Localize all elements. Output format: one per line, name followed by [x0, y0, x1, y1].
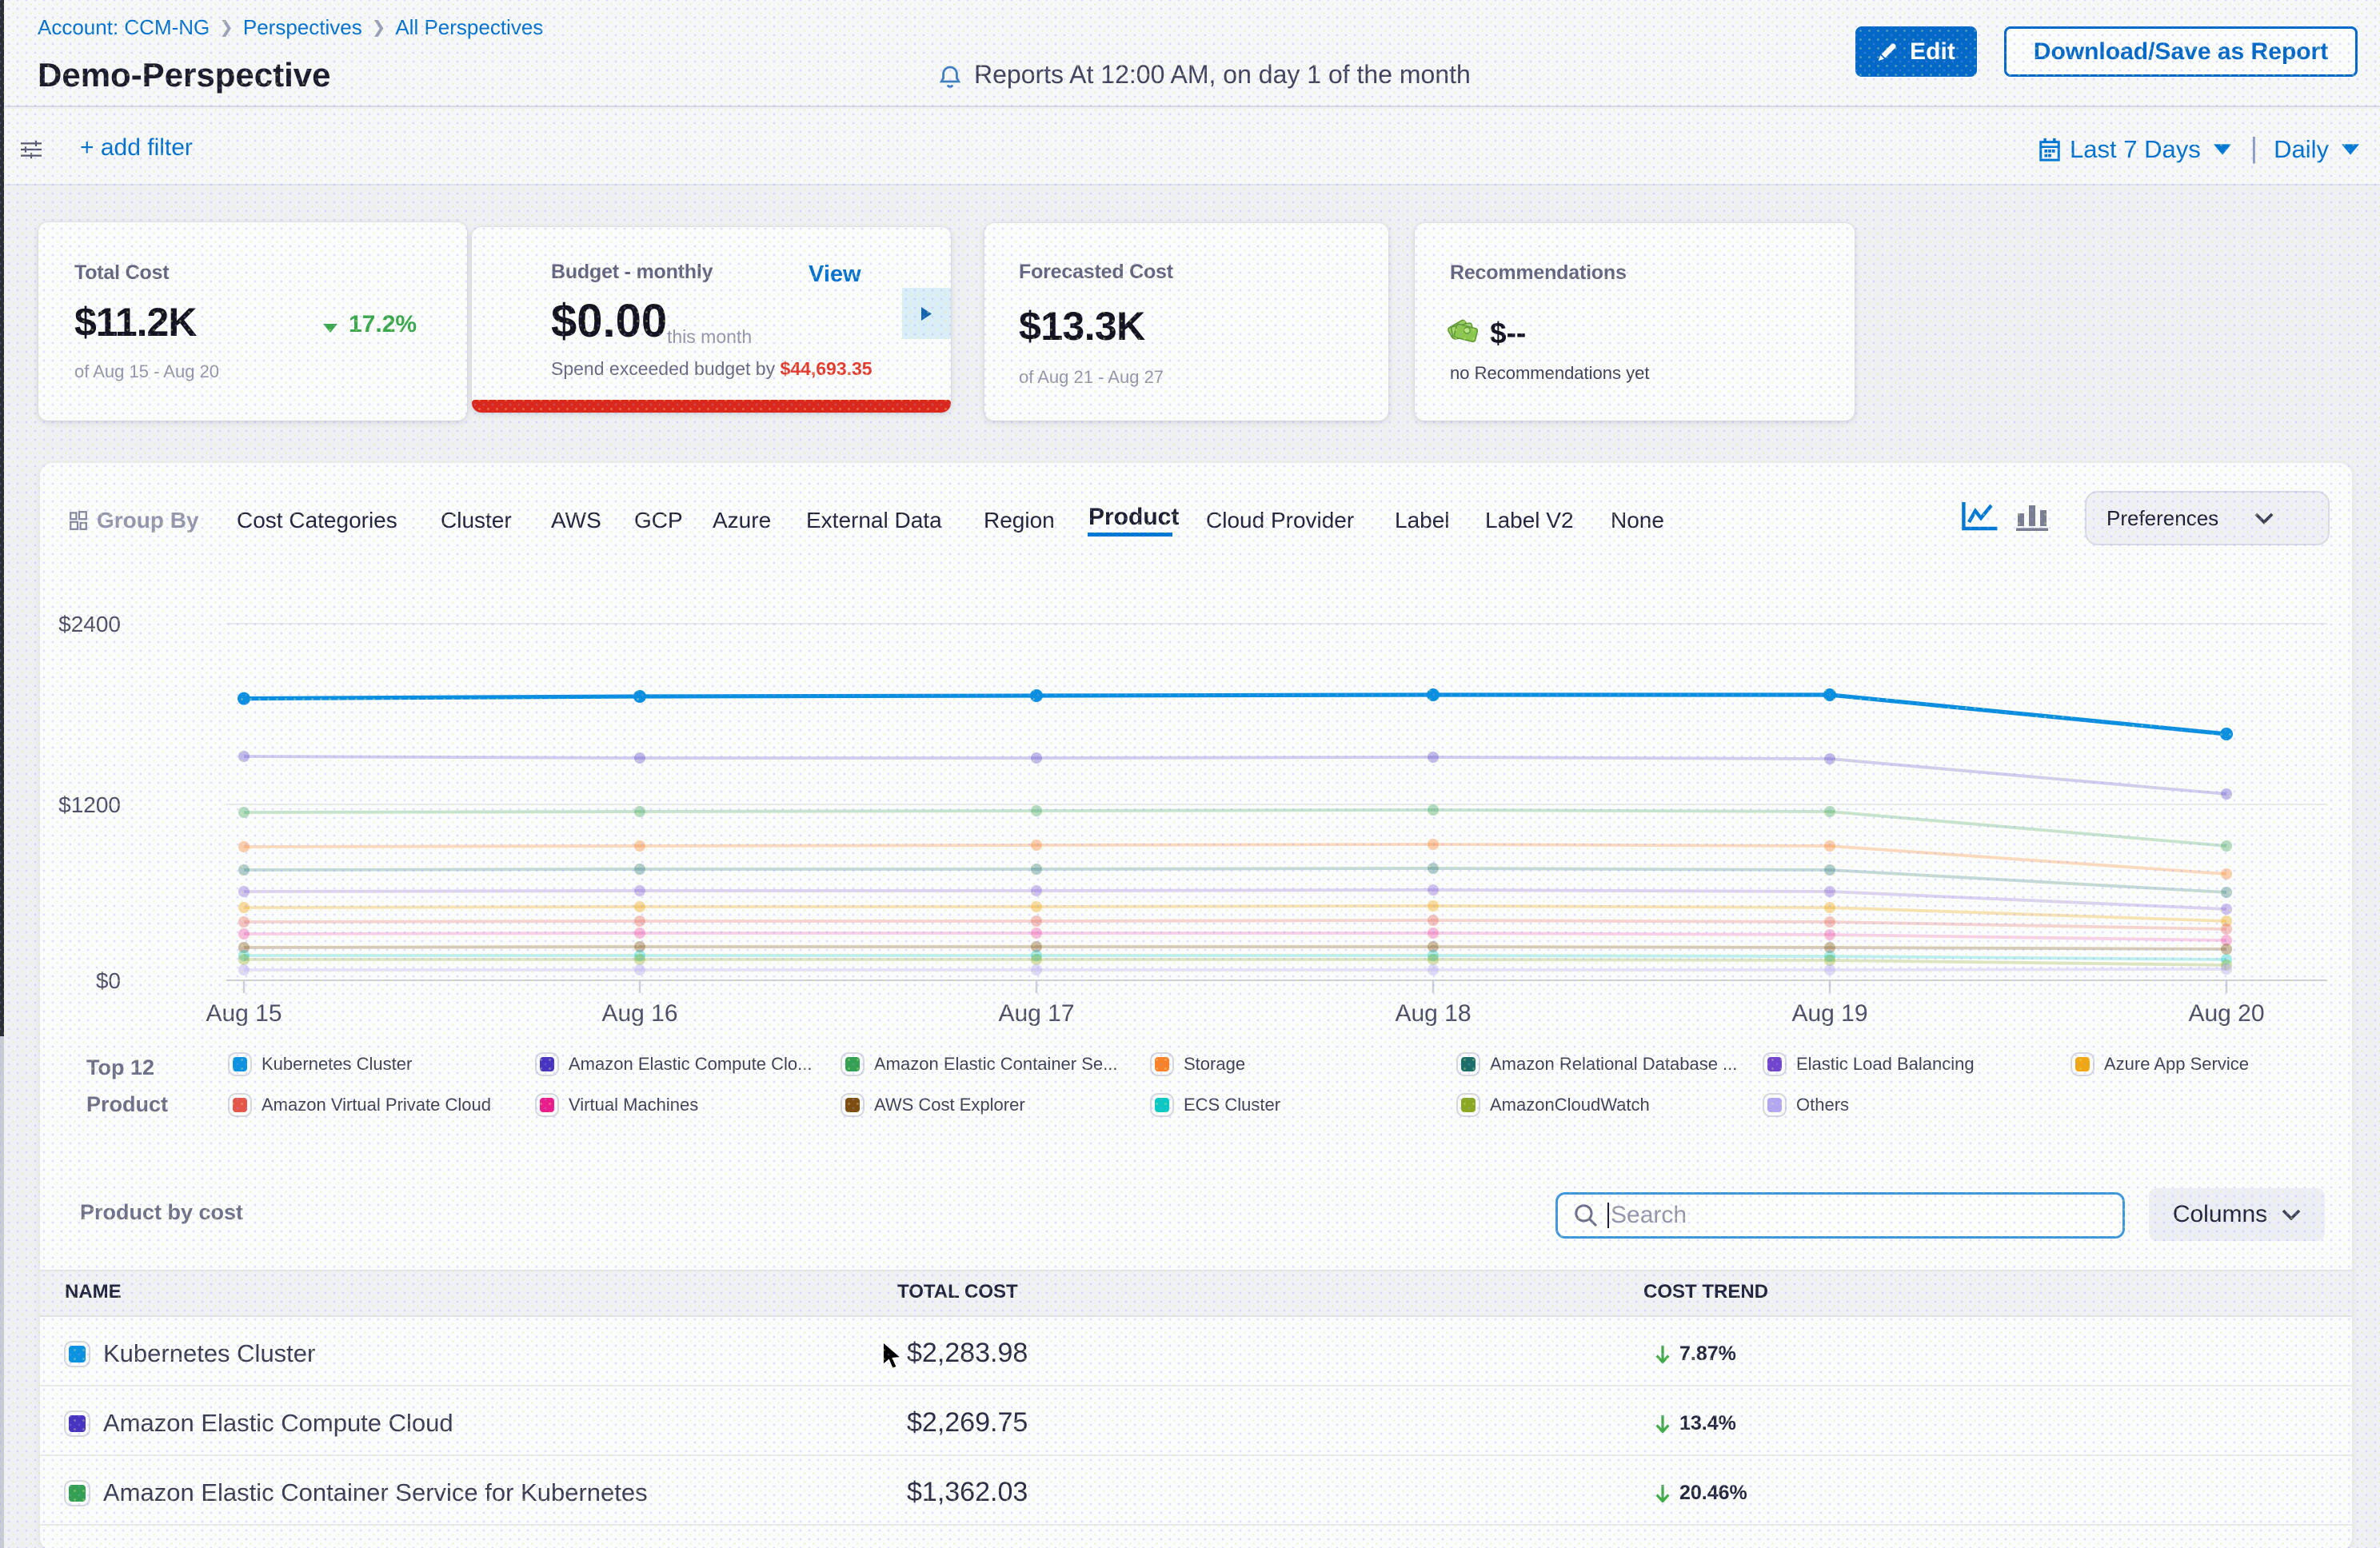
svg-text:$1200: $1200	[58, 792, 121, 817]
svg-text:Aug 18: Aug 18	[1395, 1000, 1471, 1027]
svg-text:Aug 20: Aug 20	[2188, 1000, 2264, 1027]
svg-text:Aug 16: Aug 16	[601, 1000, 677, 1027]
svg-text:$2400: $2400	[58, 612, 121, 636]
svg-text:Aug 17: Aug 17	[998, 1000, 1074, 1027]
svg-text:Aug 15: Aug 15	[206, 1000, 282, 1027]
svg-text:Aug 19: Aug 19	[1791, 1000, 1867, 1027]
svg-text:$0: $0	[96, 968, 121, 993]
